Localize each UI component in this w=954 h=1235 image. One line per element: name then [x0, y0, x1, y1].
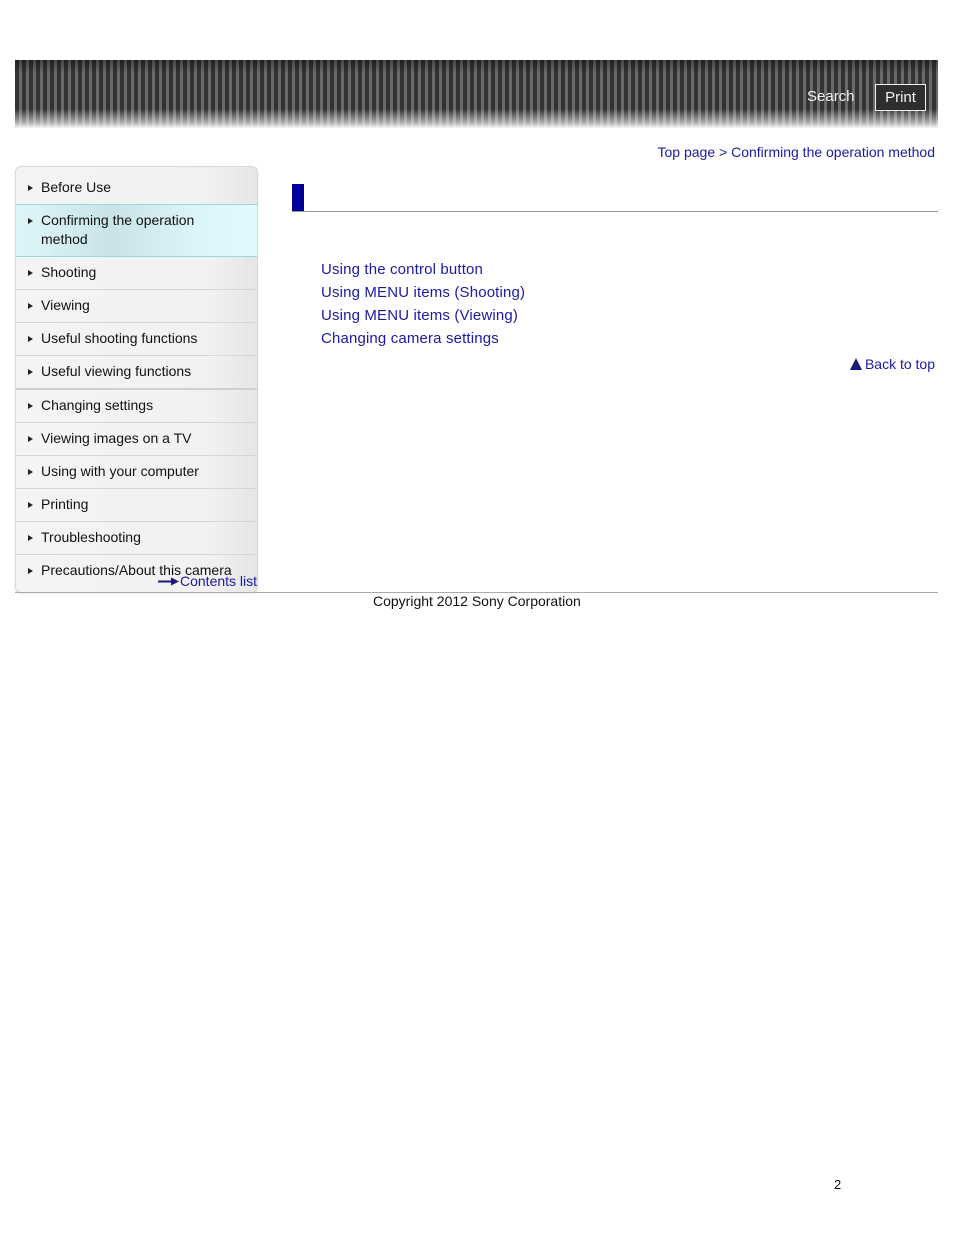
page-title-marker [292, 184, 304, 212]
print-button[interactable]: Print [875, 84, 926, 111]
sidebar-item-label: Useful viewing functions [41, 363, 192, 379]
copyright-text: Copyright 2012 Sony Corporation [373, 593, 581, 609]
sidebar-item-before-use[interactable]: Before Use [16, 167, 257, 204]
sidebar-item-printing[interactable]: Printing [16, 488, 257, 521]
topic-links: Using the control button Using MENU item… [321, 258, 525, 350]
sidebar-item-useful-viewing-functions[interactable]: Useful viewing functions [16, 355, 257, 388]
contents-list-link[interactable]: Contents list [158, 573, 257, 589]
breadcrumb-current[interactable]: Confirming the operation method [731, 144, 935, 160]
link-using-control-button[interactable]: Using the control button [321, 258, 525, 281]
triangle-right-icon [28, 403, 33, 409]
back-to-top-label: Back to top [864, 356, 935, 372]
page-number: 2 [834, 1177, 842, 1192]
triangle-right-icon [28, 270, 33, 276]
triangle-right-icon [28, 502, 33, 508]
sidebar-item-troubleshooting[interactable]: Troubleshooting [16, 521, 257, 554]
triangle-right-icon [28, 185, 33, 191]
triangle-right-icon [28, 369, 33, 375]
triangle-right-icon [28, 535, 33, 541]
link-menu-items-shooting[interactable]: Using MENU items (Shooting) [321, 281, 525, 304]
triangle-right-icon [28, 303, 33, 309]
link-changing-camera-settings[interactable]: Changing camera settings [321, 327, 525, 350]
back-to-top-link[interactable]: Back to top [849, 356, 935, 372]
triangle-right-icon [28, 469, 33, 475]
triangle-right-icon [28, 436, 33, 442]
header-banner [15, 60, 938, 128]
breadcrumb-top-page[interactable]: Top page [658, 144, 716, 160]
triangle-right-icon [28, 568, 33, 574]
sidebar-item-label: Printing [41, 496, 89, 512]
title-divider [292, 211, 938, 212]
sidebar-item-viewing-images-on-tv[interactable]: Viewing images on a TV [16, 422, 257, 455]
search-button[interactable]: Search [807, 88, 855, 105]
sidebar-item-changing-settings[interactable]: Changing settings [16, 388, 257, 422]
sidebar-item-label: Using with your computer [41, 463, 199, 479]
sidebar-item-label: Viewing [41, 297, 90, 313]
triangle-right-icon [28, 218, 33, 224]
sidebar-item-label: Useful shooting functions [41, 330, 198, 346]
triangle-right-icon [28, 336, 33, 342]
sidebar-item-label: Changing settings [41, 397, 154, 413]
breadcrumb: Top page > Confirming the operation meth… [658, 144, 935, 160]
triangle-up-icon [849, 358, 862, 370]
sidebar-item-shooting[interactable]: Shooting [16, 257, 257, 289]
sidebar-item-label: Confirming the operation method [41, 212, 195, 247]
sidebar-item-useful-shooting-functions[interactable]: Useful shooting functions [16, 322, 257, 355]
contents-list-label: Contents list [180, 573, 258, 589]
sidebar-item-confirming-operation-method[interactable]: Confirming the operation method [16, 204, 257, 257]
sidebar-item-label: Viewing images on a TV [41, 430, 192, 446]
sidebar-item-label: Shooting [41, 264, 97, 280]
sidebar-nav: Before Use Confirming the operation meth… [15, 166, 258, 593]
sidebar-item-label: Troubleshooting [41, 529, 141, 545]
breadcrumb-separator: > [715, 144, 732, 160]
link-menu-items-viewing[interactable]: Using MENU items (Viewing) [321, 304, 525, 327]
sidebar-item-viewing[interactable]: Viewing [16, 289, 257, 322]
sidebar-item-label: Before Use [41, 179, 112, 195]
arrow-right-icon [158, 577, 179, 585]
sidebar-item-using-with-computer[interactable]: Using with your computer [16, 455, 257, 488]
